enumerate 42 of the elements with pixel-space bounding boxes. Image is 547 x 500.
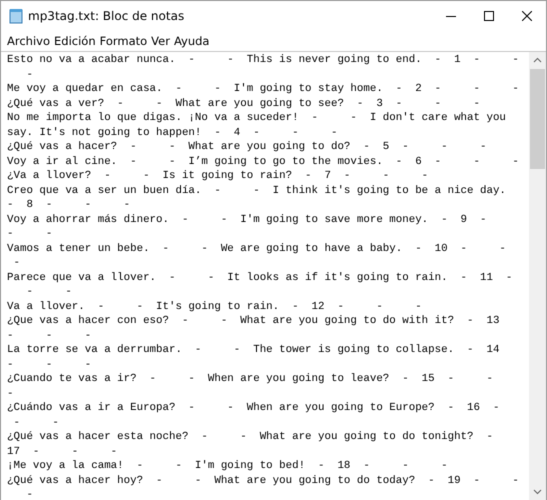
menu-item[interactable]: Edición bbox=[52, 34, 98, 48]
text-line: - - - bbox=[7, 358, 92, 372]
text-line: Voy a ir al cine. - - I’m going to go to the movies. - 6 - - - bbox=[7, 154, 519, 169]
maximize-icon bbox=[484, 11, 494, 21]
text-line: Creo que va a ser un buen día. - - I think it's going to be a nice day. bbox=[7, 184, 506, 198]
menu-item[interactable]: Ayuda bbox=[172, 34, 212, 48]
text-line: ¿Qué vas a hacer hoy? - - What are you going to do today? - 19 - - bbox=[7, 474, 519, 488]
text-line: No me importa lo que digas. ¡No va a suceder! - - I don't care what you bbox=[7, 111, 506, 126]
menu-item[interactable]: Archivo bbox=[5, 34, 52, 48]
text-line: ¿Qué vas a hacer esta noche? - - What are you going to do tonight? - bbox=[7, 430, 493, 444]
text-line: ¡Me voy a la cama! - - I'm going to bed! - 18 - - - bbox=[7, 459, 448, 474]
text-line: ¿Cuando te vas a ir? - - When are you going to leave? - 15 - - bbox=[7, 372, 493, 386]
text-line: ¿Que vas a hacer con eso? - - What are you going to do with it? - 13 bbox=[7, 314, 500, 328]
text-line: ¿Va a llover? - - Is it going to rain? - 7 - - - bbox=[7, 169, 428, 184]
text-line: say. It's not going to happen! - 4 - - - bbox=[7, 126, 338, 140]
scrollbar[interactable] bbox=[529, 52, 546, 500]
text-line: Va a llover. - - It's going to rain. - 12 - - - bbox=[7, 300, 422, 314]
text-line: - bbox=[25, 488, 33, 500]
text-line: - - bbox=[25, 285, 72, 300]
text-line: - - - bbox=[7, 328, 92, 343]
text-line: ¿Qué vas a ver? - - What are you going to see? - 3 - - - bbox=[7, 96, 480, 111]
text-line: Voy a ahorrar más dinero. - - I'm going to save more money. - 9 - bbox=[7, 212, 486, 227]
menu-item[interactable]: Ver bbox=[149, 34, 172, 48]
text-line: ¿Cuándo vas a ir a Europa? - - When are you going to Europe? - 16 - bbox=[7, 401, 500, 416]
text-line: - bbox=[7, 386, 14, 401]
text-line: - 8 - - - bbox=[7, 198, 130, 212]
text-line: - - bbox=[7, 227, 52, 242]
text-line: La torre se va a derrumbar. - - The tower is going to collapse. - 14 bbox=[7, 343, 500, 358]
text-line: - - bbox=[12, 416, 59, 430]
window-title: mp3tag.txt: Bloc de notas bbox=[28, 9, 186, 23]
text-line: 17 - - - bbox=[7, 444, 118, 459]
text-line: - bbox=[12, 256, 20, 270]
menu-item[interactable]: Formato bbox=[98, 34, 150, 48]
notepad-icon bbox=[8, 8, 24, 24]
text-line: Parece que va a llover. - - It looks as if it's going to rain. - 11 - bbox=[7, 270, 512, 285]
close-icon bbox=[522, 11, 532, 21]
text-line: - bbox=[25, 68, 33, 82]
scroll-thumb[interactable] bbox=[530, 69, 545, 169]
text-line: Esto no va a acabar nunca. - - This is never going to end. - 1 - - bbox=[7, 53, 519, 68]
text-line: Vamos a tener un bebe. - - We are going to have a baby. - 10 - - bbox=[7, 242, 506, 256]
text-line: Me voy a quedar en casa. - - I'm going to stay home. - 2 - - - bbox=[7, 82, 519, 96]
text-line: ¿Qué vas a hacer? - - What are you going to do? - 5 - - - bbox=[7, 140, 486, 154]
